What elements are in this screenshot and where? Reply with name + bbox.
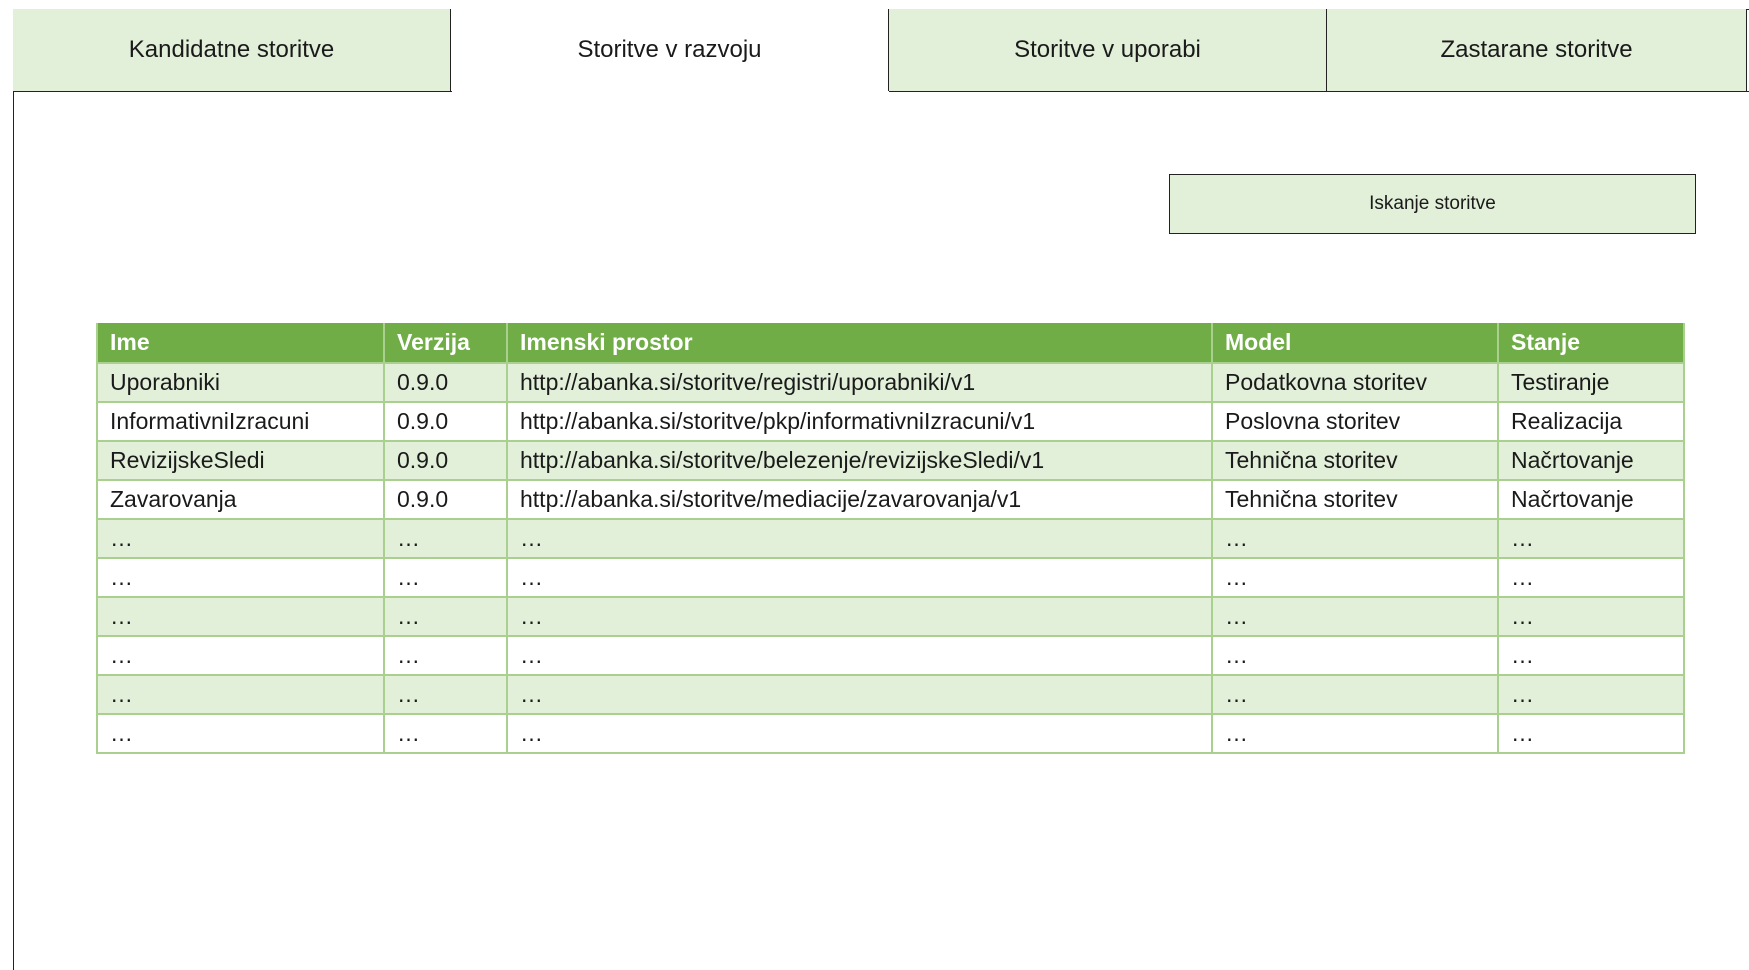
services-table: Ime Verzija Imenski prostor Model Stanje… (96, 323, 1685, 754)
tab-bar: Kandidatne storitve Storitve v razvoju S… (13, 9, 1747, 92)
table-row[interactable]: … … … … … (96, 674, 1685, 715)
cell-model: … (1211, 713, 1499, 754)
cell-stanje: … (1497, 674, 1685, 715)
cell-ime: … (96, 635, 385, 676)
cell-stanje: … (1497, 596, 1685, 637)
cell-verzija: … (383, 557, 508, 598)
tab-storitve-v-razvoju[interactable]: Storitve v razvoju (451, 9, 889, 92)
header-model[interactable]: Model (1211, 323, 1499, 364)
cell-model: … (1211, 557, 1499, 598)
active-tab-gap (452, 91, 889, 92)
cell-ime: RevizijskeSledi (96, 440, 385, 481)
table-row[interactable]: … … … … … (96, 557, 1685, 598)
cell-imenski-prostor: http://abanka.si/storitve/pkp/informativ… (506, 401, 1213, 442)
cell-stanje: … (1497, 635, 1685, 676)
table-row[interactable]: InformativniIzracuni 0.9.0 http://abanka… (96, 401, 1685, 442)
tab-storitve-v-uporabi[interactable]: Storitve v uporabi (889, 9, 1327, 92)
cell-verzija: … (383, 713, 508, 754)
cell-ime: … (96, 713, 385, 754)
cell-imenski-prostor: … (506, 518, 1213, 559)
header-ime[interactable]: Ime (96, 323, 385, 364)
table-header-row: Ime Verzija Imenski prostor Model Stanje (96, 323, 1685, 364)
table-row[interactable]: … … … … … (96, 635, 1685, 676)
cell-imenski-prostor: http://abanka.si/storitve/mediacije/zava… (506, 479, 1213, 520)
cell-ime: … (96, 518, 385, 559)
search-service-button[interactable]: Iskanje storitve (1169, 174, 1696, 234)
cell-stanje: Načrtovanje (1497, 440, 1685, 481)
table-row[interactable]: … … … … … (96, 596, 1685, 637)
cell-verzija: 0.9.0 (383, 479, 508, 520)
cell-model: Tehnična storitev (1211, 440, 1499, 481)
cell-model: Tehnična storitev (1211, 479, 1499, 520)
cell-verzija: … (383, 518, 508, 559)
cell-ime: Zavarovanja (96, 479, 385, 520)
table-row[interactable]: RevizijskeSledi 0.9.0 http://abanka.si/s… (96, 440, 1685, 481)
cell-stanje: … (1497, 557, 1685, 598)
cell-model: Poslovna storitev (1211, 401, 1499, 442)
cell-stanje: Realizacija (1497, 401, 1685, 442)
cell-verzija: … (383, 635, 508, 676)
tab-kandidatne-storitve[interactable]: Kandidatne storitve (13, 9, 451, 92)
cell-ime: InformativniIzracuni (96, 401, 385, 442)
cell-model: … (1211, 674, 1499, 715)
cell-stanje: Testiranje (1497, 362, 1685, 403)
cell-imenski-prostor: … (506, 635, 1213, 676)
cell-stanje: … (1497, 518, 1685, 559)
cell-imenski-prostor: … (506, 596, 1213, 637)
header-verzija[interactable]: Verzija (383, 323, 508, 364)
table-row[interactable]: Uporabniki 0.9.0 http://abanka.si/storit… (96, 362, 1685, 403)
cell-imenski-prostor: … (506, 557, 1213, 598)
cell-stanje: Načrtovanje (1497, 479, 1685, 520)
table-row[interactable]: Zavarovanja 0.9.0 http://abanka.si/stori… (96, 479, 1685, 520)
cell-verzija: … (383, 674, 508, 715)
cell-stanje: … (1497, 713, 1685, 754)
cell-verzija: … (383, 596, 508, 637)
cell-verzija: 0.9.0 (383, 362, 508, 403)
table-row[interactable]: … … … … … (96, 713, 1685, 754)
table-row[interactable]: … … … … … (96, 518, 1685, 559)
cell-model: … (1211, 635, 1499, 676)
cell-imenski-prostor: http://abanka.si/storitve/registri/upora… (506, 362, 1213, 403)
header-imenski-prostor[interactable]: Imenski prostor (506, 323, 1213, 364)
cell-ime: … (96, 557, 385, 598)
cell-verzija: 0.9.0 (383, 440, 508, 481)
cell-ime: … (96, 674, 385, 715)
tab-zastarane-storitve[interactable]: Zastarane storitve (1327, 9, 1747, 92)
cell-model: … (1211, 518, 1499, 559)
cell-model: Podatkovna storitev (1211, 362, 1499, 403)
cell-imenski-prostor: … (506, 713, 1213, 754)
cell-verzija: 0.9.0 (383, 401, 508, 442)
cell-ime: Uporabniki (96, 362, 385, 403)
header-stanje[interactable]: Stanje (1497, 323, 1685, 364)
cell-model: … (1211, 596, 1499, 637)
cell-imenski-prostor: http://abanka.si/storitve/belezenje/revi… (506, 440, 1213, 481)
cell-ime: … (96, 596, 385, 637)
cell-imenski-prostor: … (506, 674, 1213, 715)
